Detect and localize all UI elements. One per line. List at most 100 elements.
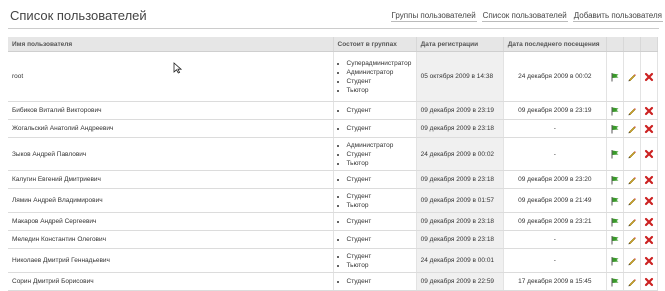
group-item: Тьютор [347, 86, 412, 95]
table-row: rootСуперадминистраторАдминистраторСтуде… [8, 51, 659, 102]
group-item: Студент [347, 150, 412, 159]
pencil-icon [628, 236, 636, 244]
table-row: Жогальский Анатолий Андреевич Студент 09 д… [8, 119, 659, 138]
cell-user-name[interactable]: Лямин Андрей Владимирович [8, 188, 334, 213]
cell-user-name[interactable]: Макаров Андрей Сергеевич [8, 212, 334, 231]
pencil-icon [628, 107, 636, 115]
edit-user-button[interactable] [623, 170, 641, 189]
edit-user-button[interactable] [623, 119, 641, 138]
groups-list: Студент [338, 235, 412, 244]
groups-list: Студент [338, 175, 412, 184]
cell-registered: 09 декабря 2009 в 23:19 [416, 101, 504, 120]
column-header-registered[interactable]: Дата регистрации [416, 37, 504, 52]
group-item: Студент [347, 217, 412, 226]
cell-user-name[interactable]: Сорин Дмитрий Борисович [8, 272, 334, 291]
cell-last-visit: - [503, 248, 607, 273]
cell-user-name[interactable]: Жогальский Анатолий Андреевич [8, 119, 334, 138]
groups-list: Студент [338, 124, 412, 133]
mouse-cursor-icon [173, 62, 182, 74]
delete-user-button[interactable] [640, 51, 659, 102]
flag-icon [611, 150, 619, 159]
groups-flag-button[interactable] [606, 137, 624, 171]
groups-list: СтудентТьютор [338, 252, 412, 270]
cell-last-visit: 09 декабря 2009 в 23:20 [503, 170, 607, 189]
column-header-name[interactable]: Имя пользователя [8, 37, 334, 52]
column-header-groups[interactable]: Состоит в группах [333, 37, 417, 52]
flag-icon [611, 175, 619, 184]
groups-flag-button[interactable] [606, 101, 624, 120]
edit-user-button[interactable] [623, 272, 641, 291]
cell-last-visit: 24 декабря 2009 в 00:02 [503, 51, 607, 102]
groups-flag-button[interactable] [606, 212, 624, 231]
flag-icon [611, 235, 619, 244]
groups-list: Студент [338, 217, 412, 226]
group-item: Студент [347, 106, 412, 115]
groups-flag-button[interactable] [606, 119, 624, 138]
pencil-icon [628, 257, 636, 265]
link-add-user[interactable]: Добавить пользователя [572, 11, 663, 22]
cell-user-name[interactable]: Меледин Константин Олегович [8, 230, 334, 249]
delete-user-button[interactable] [640, 212, 659, 231]
flag-icon [611, 196, 619, 205]
pencil-icon [628, 278, 636, 286]
edit-user-button[interactable] [623, 51, 641, 102]
cell-last-visit: 09 декабря 2009 в 21:49 [503, 188, 607, 213]
table-row: Бибиков Виталий Викторович Студент 09 дека… [8, 101, 659, 120]
delete-user-button[interactable] [640, 170, 659, 189]
groups-flag-button[interactable] [606, 272, 624, 291]
groups-flag-button[interactable] [606, 248, 624, 273]
delete-user-button[interactable] [640, 101, 659, 120]
cell-user-name[interactable]: Калугин Евгений Дмитриевич [8, 170, 334, 189]
link-user-list[interactable]: Список пользователей [481, 11, 568, 22]
groups-list: Студент [338, 277, 412, 286]
group-item: Студент [347, 192, 412, 201]
edit-user-button[interactable] [623, 188, 641, 213]
edit-user-button[interactable] [623, 212, 641, 231]
group-item: Тьютор [347, 201, 412, 210]
groups-flag-button[interactable] [606, 51, 624, 102]
group-item: Администратор [347, 141, 412, 150]
cell-registered: 09 декабря 2009 в 01:57 [416, 188, 504, 213]
cell-user-name[interactable]: root [8, 51, 334, 102]
flag-icon [611, 106, 619, 115]
cell-last-visit: - [503, 137, 607, 171]
cell-registered: 09 декабря 2009 в 22:59 [416, 272, 504, 291]
cell-user-name[interactable]: Зыков Андрей Павлович [8, 137, 334, 171]
cell-registered: 09 декабря 2009 в 23:18 [416, 230, 504, 249]
cell-user-name[interactable]: Николаев Дмитрий Геннадьевич [8, 248, 334, 273]
table-row: Калугин Евгений Дмитриевич Студент 09 дека… [8, 170, 659, 189]
cell-registered: 24 декабря 2009 в 00:01 [416, 248, 504, 273]
delete-user-button[interactable] [640, 272, 659, 291]
delete-icon [644, 149, 654, 159]
group-item: Студент [347, 277, 412, 286]
column-header-last-visit[interactable]: Дата последнего посещения [503, 37, 607, 52]
groups-flag-button[interactable] [606, 170, 624, 189]
edit-user-button[interactable] [623, 230, 641, 249]
flag-icon [611, 124, 619, 133]
edit-user-button[interactable] [623, 137, 641, 171]
cell-groups: СтудентТьютор [333, 248, 417, 273]
table-row: Николаев Дмитрий ГеннадьевичСтудентТьюто… [8, 248, 659, 273]
cell-user-name[interactable]: Бибиков Виталий Викторович [8, 101, 334, 120]
edit-user-button[interactable] [623, 248, 641, 273]
delete-user-button[interactable] [640, 119, 659, 138]
edit-user-button[interactable] [623, 101, 641, 120]
cell-groups: Студент [333, 101, 417, 120]
delete-user-button[interactable] [640, 248, 659, 273]
group-item: Тьютор [347, 159, 412, 168]
delete-user-button[interactable] [640, 230, 659, 249]
cell-groups: Студент [333, 170, 417, 189]
delete-user-button[interactable] [640, 188, 659, 213]
link-user-groups[interactable]: Группы пользователей [390, 11, 477, 22]
delete-icon [644, 106, 654, 115]
cell-registered: 24 декабря 2009 в 00:02 [416, 137, 504, 171]
delete-user-button[interactable] [640, 137, 659, 171]
group-item: Студент [347, 252, 412, 261]
cell-groups: СуперадминистраторАдминистраторСтудентТь… [333, 51, 417, 102]
groups-flag-button[interactable] [606, 230, 624, 249]
page-title: Список пользователей [10, 8, 147, 23]
pencil-icon [628, 151, 636, 159]
delete-icon [644, 175, 654, 184]
pencil-icon [628, 218, 636, 226]
groups-flag-button[interactable] [606, 188, 624, 213]
